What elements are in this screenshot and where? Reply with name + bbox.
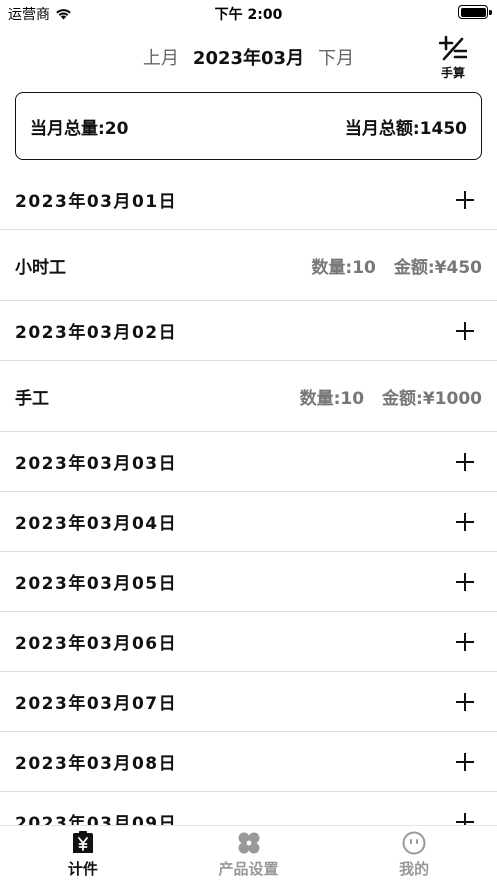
entry-amount: 金额:¥1000 xyxy=(382,388,482,409)
date-label: 2023年03月09日 xyxy=(15,814,178,825)
next-month-button[interactable]: 下月 xyxy=(318,44,354,70)
date-label: 2023年03月07日 xyxy=(15,694,178,714)
date-row: 2023年03月08日 xyxy=(0,732,497,792)
date-label: 2023年03月02日 xyxy=(15,323,178,343)
status-bar: 运营商 下午 2:00 xyxy=(0,0,497,26)
entry-stats: 数量:10 金额:¥1000 xyxy=(300,384,482,409)
date-row: 2023年03月06日 xyxy=(0,612,497,672)
tab-bar: 计件 产品设置 我的 xyxy=(0,825,497,883)
monthly-summary-card: 当月总量:20 当月总额:1450 xyxy=(15,92,482,160)
manual-calc-label: 手算 xyxy=(440,66,465,80)
prev-month-button[interactable]: 上月 xyxy=(143,44,179,70)
total-quantity: 当月总量:20 xyxy=(30,118,129,139)
tab-product-settings[interactable]: 产品设置 xyxy=(166,826,332,883)
add-entry-button[interactable] xyxy=(454,511,476,533)
total-amount: 当月总额:1450 xyxy=(344,118,467,139)
manual-calc-button[interactable]: 手算 xyxy=(435,34,471,81)
date-row: 2023年03月04日 xyxy=(0,492,497,552)
tab-mine[interactable]: 我的 xyxy=(331,826,497,883)
add-entry-button[interactable] xyxy=(454,189,476,211)
date-label: 2023年03月08日 xyxy=(15,754,178,774)
entry-row[interactable]: 小时工 数量:10 金额:¥450 xyxy=(0,230,497,301)
entry-amount: 金额:¥450 xyxy=(393,257,482,278)
date-label: 2023年03月06日 xyxy=(15,634,178,654)
date-row: 2023年03月01日 xyxy=(0,170,497,230)
date-row: 2023年03月02日 xyxy=(0,301,497,361)
daily-list[interactable]: 2023年03月01日 小时工 数量:10 金额:¥450 2023年03月02… xyxy=(0,170,497,825)
tab-label: 我的 xyxy=(399,860,430,878)
add-entry-button[interactable] xyxy=(454,320,476,342)
yen-tag-icon xyxy=(71,831,95,855)
entry-stats: 数量:10 金额:¥450 xyxy=(311,253,482,278)
date-label: 2023年03月05日 xyxy=(15,574,178,594)
entry-name: 手工 xyxy=(15,388,49,409)
month-nav: 上月 2023年03月 下月 xyxy=(0,42,497,72)
battery-icon xyxy=(458,5,492,19)
tab-label: 计件 xyxy=(67,860,98,878)
date-label: 2023年03月01日 xyxy=(15,192,178,212)
plus-minus-icon xyxy=(439,35,467,61)
add-entry-button[interactable] xyxy=(454,631,476,653)
add-entry-button[interactable] xyxy=(454,751,476,773)
status-time: 下午 2:00 xyxy=(214,7,283,23)
four-petals-icon xyxy=(237,831,261,855)
tab-label: 产品设置 xyxy=(218,860,279,878)
date-row: 2023年03月07日 xyxy=(0,672,497,732)
date-row: 2023年03月05日 xyxy=(0,552,497,612)
date-label: 2023年03月04日 xyxy=(15,514,178,534)
add-entry-button[interactable] xyxy=(454,811,476,825)
entry-quantity: 数量:10 xyxy=(299,388,365,409)
date-label: 2023年03月03日 xyxy=(15,454,178,474)
add-entry-button[interactable] xyxy=(454,571,476,593)
entry-name: 小时工 xyxy=(15,257,66,278)
current-month: 2023年03月 xyxy=(192,48,305,69)
add-entry-button[interactable] xyxy=(454,451,476,473)
date-row: 2023年03月09日 xyxy=(0,792,497,825)
add-entry-button[interactable] xyxy=(454,691,476,713)
entry-row[interactable]: 手工 数量:10 金额:¥1000 xyxy=(0,361,497,432)
date-row: 2023年03月03日 xyxy=(0,432,497,492)
entry-quantity: 数量:10 xyxy=(311,257,376,278)
tab-piecework[interactable]: 计件 xyxy=(0,826,166,883)
face-icon xyxy=(402,831,426,855)
